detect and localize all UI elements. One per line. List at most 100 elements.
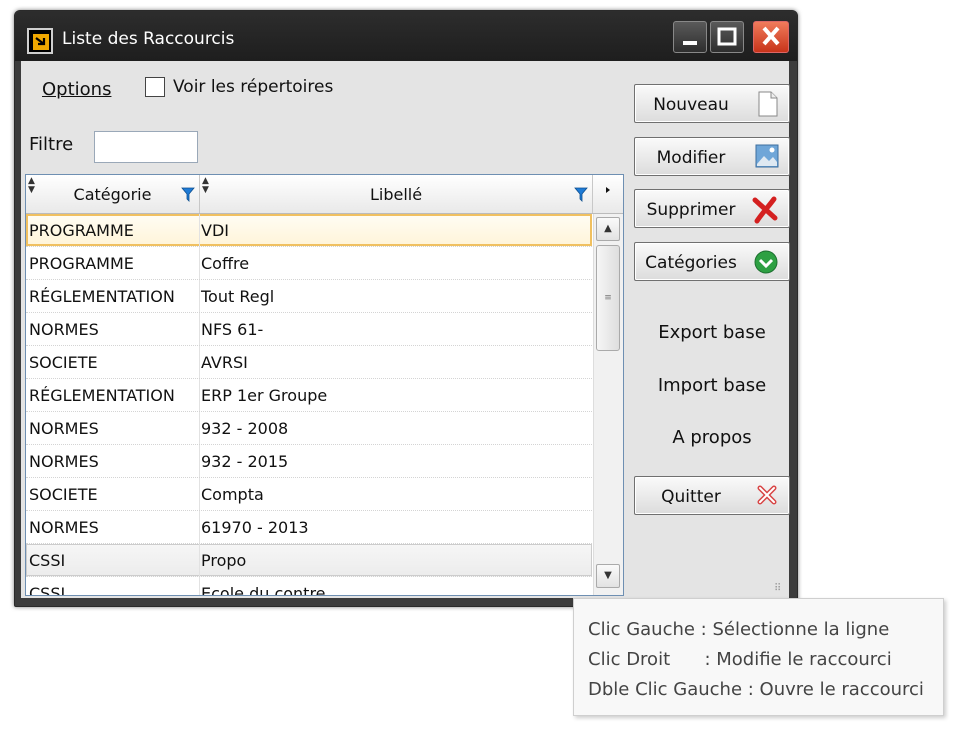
table-row[interactable]: CSSI Ecole du contre	[26, 577, 592, 596]
cell-category: CSSI	[29, 551, 66, 570]
maximize-button[interactable]	[710, 21, 744, 53]
filter-funnel-icon[interactable]	[181, 187, 195, 203]
sort-icon: ▲ ▼	[202, 176, 209, 195]
table-row[interactable]: PROGRAMME VDI	[26, 214, 592, 247]
categories-button-label: Catégories	[645, 253, 737, 273]
about-button[interactable]: A propos	[634, 427, 790, 448]
delete-button-label: Supprimer	[646, 200, 736, 220]
column-header-label[interactable]: ▲ ▼ Libellé	[200, 175, 593, 213]
table-row[interactable]: NORMES 932 - 2008	[26, 412, 592, 445]
new-button[interactable]: Nouveau	[634, 84, 790, 123]
cell-divider	[199, 511, 200, 543]
column-header-category[interactable]: ▲ ▼ Catégorie	[26, 175, 200, 213]
cell-label: 61970 - 2013	[201, 518, 309, 537]
categories-button[interactable]: Catégories	[634, 242, 790, 281]
title-bar[interactable]: Liste des Raccourcis	[15, 11, 797, 61]
table-row[interactable]: NORMES NFS 61-	[26, 313, 592, 346]
grid-rows: PROGRAMME VDI PROGRAMME Coffre RÉGLEMENTAT…	[26, 214, 592, 596]
table-row[interactable]: SOCIETE Compta	[26, 478, 592, 511]
quit-button[interactable]: Quitter	[634, 476, 790, 515]
cell-category: NORMES	[29, 419, 99, 438]
cell-label: ERP 1er Groupe	[201, 386, 328, 405]
cell-label: Propo	[201, 551, 247, 570]
cell-divider	[199, 346, 200, 378]
options-menu-label: Options	[42, 79, 112, 100]
cell-label: VDI	[201, 221, 229, 240]
table-row[interactable]: CSSI Propo	[26, 544, 592, 577]
tooltip-line: Clic Droit : Modifie le raccourci	[588, 649, 892, 670]
cell-divider	[199, 544, 200, 576]
cell-category: PROGRAMME	[29, 254, 134, 273]
table-row[interactable]: NORMES 61970 - 2013	[26, 511, 592, 544]
table-row[interactable]: PROGRAMME Coffre	[26, 247, 592, 280]
column-header-label-text: Libellé	[369, 185, 423, 204]
column-header-category-label: Catégorie	[73, 185, 152, 204]
cell-category: SOCIETE	[29, 485, 98, 504]
help-tooltip: Clic Gauche : Sélectionne la ligne Clic …	[573, 598, 944, 716]
new-button-label: Nouveau	[653, 95, 729, 115]
cell-label: 932 - 2008	[201, 419, 289, 438]
window-title: Liste des Raccourcis	[62, 29, 235, 49]
scroll-up-button[interactable]: ▲	[596, 217, 620, 241]
cell-category: SOCIETE	[29, 353, 98, 372]
show-directories-checkbox[interactable]	[145, 77, 165, 97]
client-area: Options Voir les répertoires Filtre ▲ ▼ C…	[21, 61, 790, 598]
cell-category: NORMES	[29, 518, 99, 537]
cell-divider	[199, 313, 200, 345]
cell-label: 932 - 2015	[201, 452, 289, 471]
filter-input[interactable]	[94, 131, 198, 163]
show-directories-label: Voir les répertoires	[173, 77, 334, 97]
delete-button[interactable]: Supprimer	[634, 189, 790, 228]
edit-button[interactable]: Modifier	[634, 137, 790, 176]
shortcuts-grid: ▲ ▼ Catégorie ▲ ▼ Libellé PROGRAMME VDI PRO…	[25, 174, 624, 596]
caret-right-icon	[606, 187, 610, 193]
cell-divider	[199, 247, 200, 279]
image-icon	[755, 144, 779, 168]
vertical-scrollbar[interactable]: ▲ ≡ ▼	[593, 214, 623, 595]
cell-divider	[199, 412, 200, 444]
cell-divider	[199, 445, 200, 477]
table-row[interactable]: NORMES 932 - 2015	[26, 445, 592, 478]
green-down-arrow-icon	[754, 250, 778, 274]
close-button[interactable]	[753, 21, 789, 53]
resize-grip-icon[interactable]: ⠿	[774, 583, 781, 594]
cell-category: RÉGLEMENTATION	[29, 287, 175, 306]
table-row[interactable]: RÉGLEMENTATION ERP 1er Groupe	[26, 379, 592, 412]
cell-divider	[199, 379, 200, 411]
cell-label: Ecole du contre	[201, 584, 326, 596]
cell-category: RÉGLEMENTATION	[29, 386, 175, 405]
filter-label: Filtre	[29, 134, 74, 155]
cell-category: NORMES	[29, 452, 99, 471]
minimize-button[interactable]	[673, 21, 707, 53]
cell-label: Compta	[201, 485, 264, 504]
cell-category: PROGRAMME	[29, 221, 134, 240]
new-document-icon	[758, 91, 778, 117]
import-base-button[interactable]: Import base	[634, 375, 790, 396]
app-window: Liste des Raccourcis Options Voir les ré…	[14, 10, 798, 607]
close-x-icon	[757, 485, 777, 505]
grid-header: ▲ ▼ Catégorie ▲ ▼ Libellé	[26, 175, 623, 214]
tooltip-line: Dble Clic Gauche : Ouvre le raccourci	[588, 679, 924, 700]
cell-label: Coffre	[201, 254, 250, 273]
scroll-down-button[interactable]: ▼	[596, 564, 620, 588]
options-menu[interactable]: Options	[42, 79, 111, 100]
cell-divider	[199, 280, 200, 312]
sort-icon: ▲ ▼	[28, 176, 35, 195]
table-row[interactable]: SOCIETE AVRSI	[26, 346, 592, 379]
filter-funnel-icon[interactable]	[574, 187, 588, 203]
red-cross-icon	[752, 196, 778, 224]
tooltip-line: Clic Gauche : Sélectionne la ligne	[588, 619, 890, 640]
quit-button-label: Quitter	[661, 487, 721, 507]
cell-divider	[199, 214, 200, 246]
cell-divider	[199, 577, 200, 595]
cell-label: AVRSI	[201, 353, 248, 372]
table-row[interactable]: RÉGLEMENTATION Tout Regl	[26, 280, 592, 313]
cell-label: NFS 61-	[201, 320, 264, 339]
scroll-thumb[interactable]: ≡	[596, 245, 620, 351]
cell-category: NORMES	[29, 320, 99, 339]
export-base-button[interactable]: Export base	[634, 322, 790, 343]
edit-button-label: Modifier	[656, 148, 726, 168]
cell-label: Tout Regl	[201, 287, 275, 306]
column-chooser-button[interactable]	[593, 175, 623, 213]
app-shortcut-icon	[27, 28, 53, 54]
